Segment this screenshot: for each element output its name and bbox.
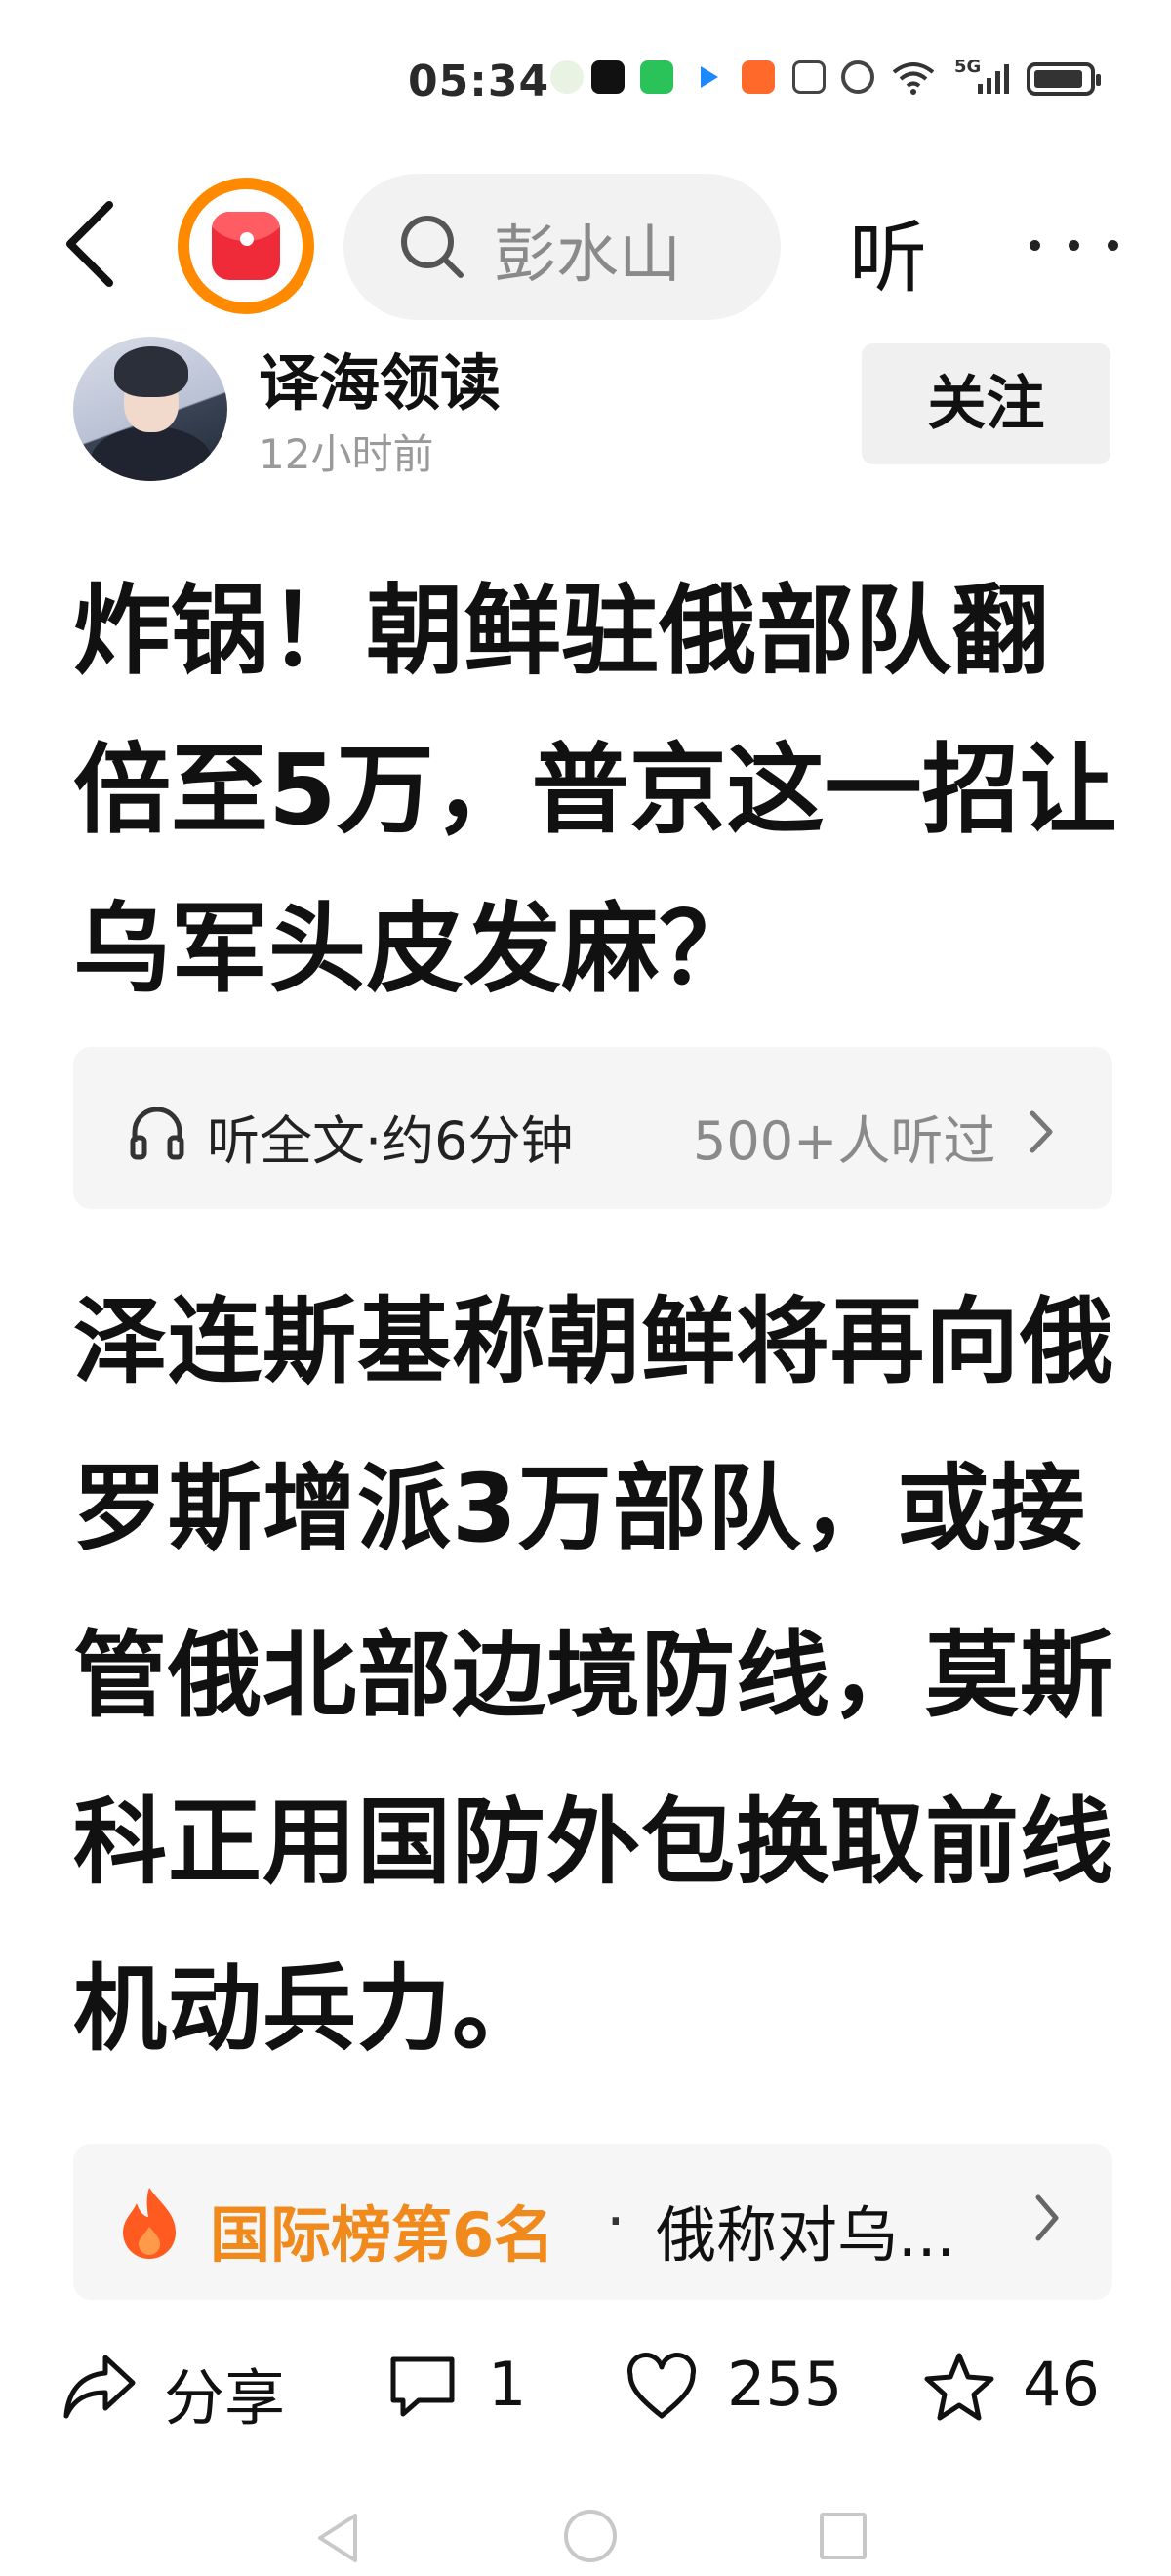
share-button-label[interactable]: 分享 [164,2349,285,2436]
app-icon-1 [550,60,584,94]
search-query[interactable]: 彭水山 [494,205,714,295]
listen-count: 500+人听过 [693,1110,996,1172]
listen-label: 听全文·约6分钟 [207,1110,574,1172]
nav-back-button[interactable] [314,2512,361,2568]
search-icon [396,211,468,287]
follow-button[interactable]: 关注 [862,343,1110,464]
post-time: 12小时前 [259,430,434,478]
more-options-button[interactable] [1020,205,1137,283]
author-name[interactable]: 译海领读 [259,334,501,422]
back-arrow-icon [66,201,113,287]
nav-home-button[interactable] [564,2510,617,2562]
more-dot [1030,240,1040,251]
author-avatar[interactable] [73,337,227,481]
hot-rank-label: 国际榜第6名 [210,2199,555,2271]
comment-icon[interactable] [385,2352,460,2426]
hot-topic: 俄称对乌... [656,2199,956,2271]
app-logo-button[interactable] [178,178,314,314]
share-icon[interactable] [61,2352,139,2426]
more-dot [1108,240,1118,251]
nav-recent-apps-button[interactable] [820,2513,867,2559]
comment-count[interactable]: 1 [488,2349,526,2420]
app-icon-3 [640,60,673,94]
tiktok-icon [591,60,625,94]
back-button[interactable] [61,200,119,288]
favorite-count[interactable]: 46 [1023,2349,1100,2420]
article-title: 炸锅！朝鲜驻俄部队翻倍至5万，普京这一招让乌军头皮发麻？ [73,574,1117,1006]
headphone-icon [127,1103,187,1167]
hot-separator: · [606,2186,626,2257]
nfc-icon [792,60,826,94]
battery-icon [1027,62,1101,96]
article-body: 泽连斯基称朝鲜将再向俄罗斯增派3万部队，或接管俄北部边境防线，莫斯科正用国防外包… [73,1287,1114,2064]
more-dot [1069,240,1079,251]
wifi-icon [890,60,937,95]
chevron-right-icon [1027,1107,1056,1160]
alarm-icon [841,60,874,94]
fire-icon [117,2184,182,2264]
app-icon-5 [742,60,775,94]
star-icon[interactable] [922,2352,996,2426]
like-icon[interactable] [625,2352,699,2426]
chevron-right-icon [1032,2192,1062,2248]
status-time: 05:34 [408,57,550,106]
status-bar: 05:34 5G [0,0,1171,166]
signal-icon [976,60,1011,94]
arrow-icon [693,60,726,94]
listen-button[interactable]: 听 [849,195,927,308]
like-count[interactable]: 255 [727,2349,842,2420]
